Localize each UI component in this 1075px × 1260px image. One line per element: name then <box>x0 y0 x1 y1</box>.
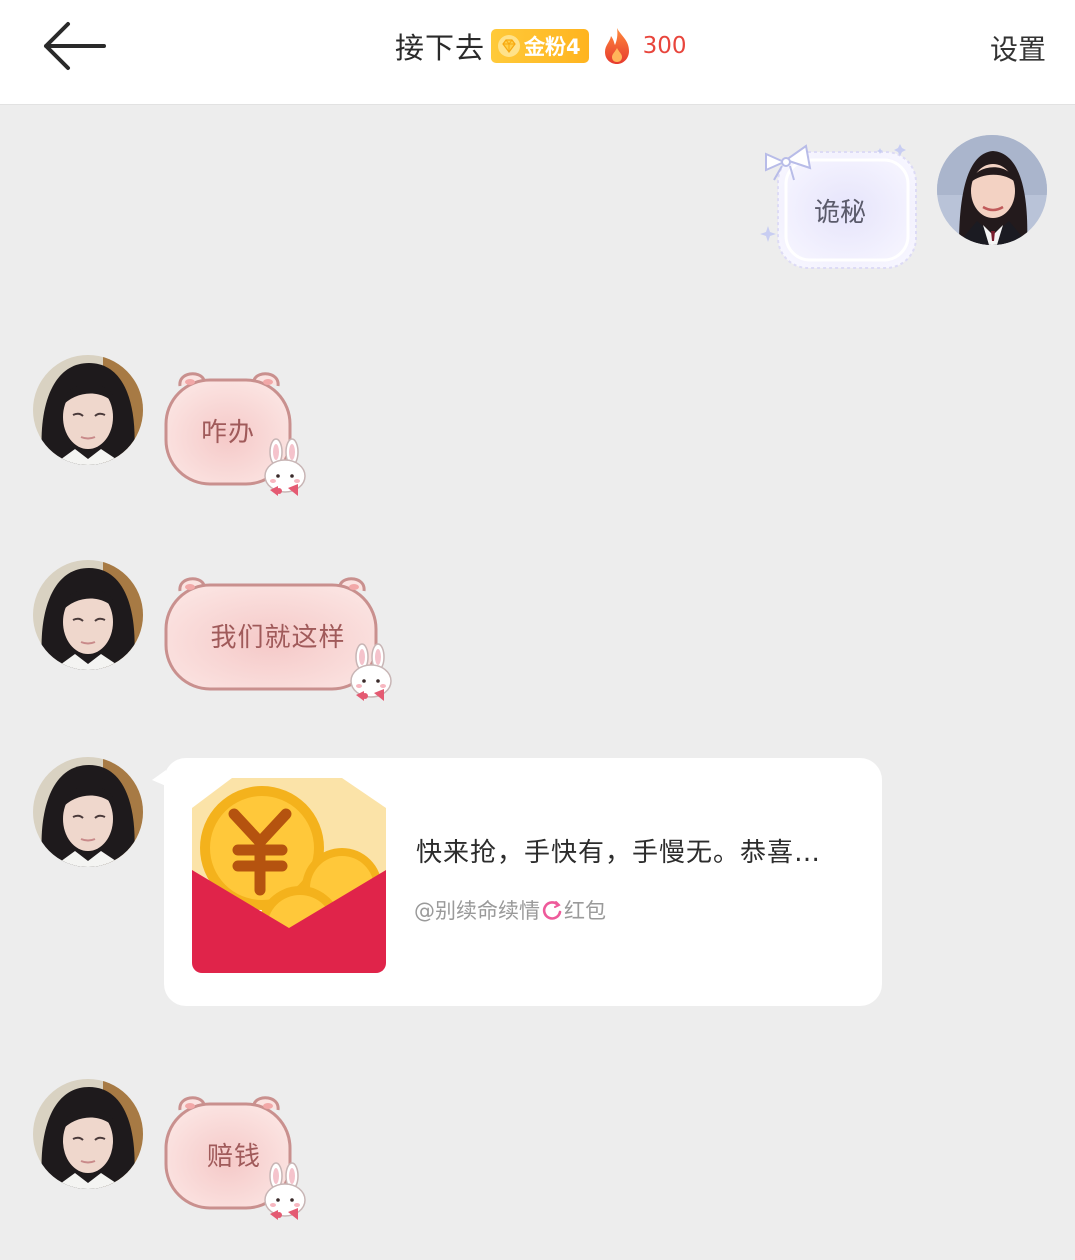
diamond-icon <box>498 35 521 57</box>
sender-avatar[interactable] <box>33 560 143 670</box>
settings-button[interactable]: 设置 <box>990 28 1046 68</box>
message-bubble[interactable]: 赔钱 <box>164 1092 314 1234</box>
message-bubble-mine[interactable]: 诡秘 <box>756 140 922 272</box>
bunny-sticker-icon <box>264 1162 306 1220</box>
my-avatar[interactable] <box>937 135 1047 245</box>
sender-avatar[interactable] <box>33 1079 143 1189</box>
red-packet-label: 红包 <box>564 899 606 923</box>
bunny-sticker-icon <box>350 643 392 701</box>
fan-level-badge: 金粉4 <box>491 29 589 63</box>
avatar-photo <box>33 757 143 867</box>
arrow-left-icon <box>44 22 106 70</box>
avatar-photo <box>33 1079 143 1189</box>
message-bubble[interactable]: 我们就这样 <box>164 573 400 715</box>
avatar-photo <box>33 355 143 465</box>
red-packet-card[interactable]: 快来抢，手快有，手慢无。恭喜… @别续命续情 红包 <box>152 758 882 1006</box>
bunny-sticker-icon <box>264 438 306 496</box>
sender-avatar[interactable] <box>33 355 143 465</box>
bubble-tail <box>152 770 166 786</box>
sender-avatar[interactable] <box>33 757 143 867</box>
chat-title: 接下去 <box>395 31 486 65</box>
message-text: 诡秘 <box>813 198 866 228</box>
fire-icon <box>604 28 629 64</box>
avatar-photo <box>937 135 1047 245</box>
avatar-photo <box>33 560 143 670</box>
red-packet-sender: @别续命续情 红包 <box>414 895 606 925</box>
chat-title-group[interactable]: 接下去 金粉4 300 <box>395 24 687 68</box>
back-button[interactable] <box>38 18 110 74</box>
fire-count: 300 <box>642 33 687 59</box>
red-packet-sender-name: @别续命续情 <box>414 899 540 923</box>
fan-level-text: 金粉4 <box>524 35 581 59</box>
red-packet-title: 快来抢，手快有，手慢无。恭喜… <box>416 838 822 868</box>
chat-header: 接下去 金粉4 300 设置 <box>0 0 1075 105</box>
red-envelope-icon <box>192 778 386 973</box>
pink-swirl-icon <box>542 901 562 920</box>
message-bubble[interactable]: 咋办 <box>164 368 314 510</box>
